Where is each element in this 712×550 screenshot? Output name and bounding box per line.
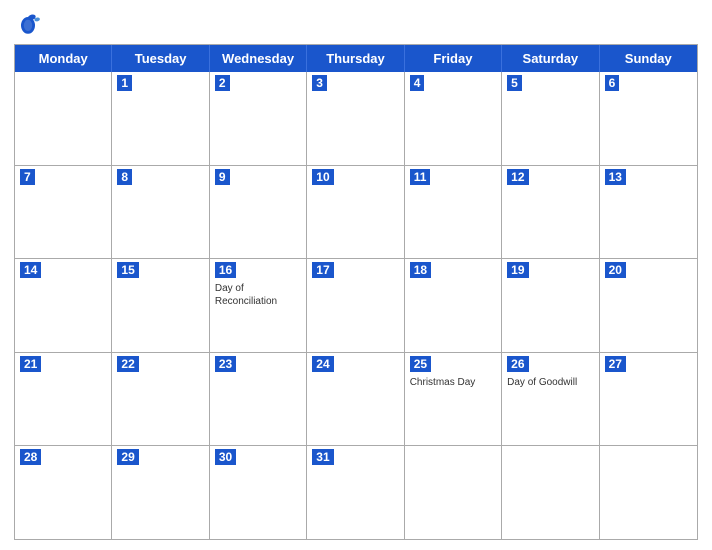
calendar-cell: 18	[405, 259, 502, 352]
logo-bird-icon	[14, 10, 42, 38]
day-number: 30	[215, 449, 236, 465]
calendar-cell: 3	[307, 72, 404, 165]
calendar-cell: 26 Day of Goodwill	[502, 353, 599, 446]
calendar-cell: 2	[210, 72, 307, 165]
day-number: 20	[605, 262, 626, 278]
day-number: 21	[20, 356, 41, 372]
day-number: 18	[410, 262, 431, 278]
holiday-label: Day of Goodwill	[507, 376, 593, 389]
weekday-header-wednesday: Wednesday	[210, 45, 307, 72]
page-container: MondayTuesdayWednesdayThursdayFridaySatu…	[0, 0, 712, 550]
calendar-cell: 19	[502, 259, 599, 352]
weekday-header-thursday: Thursday	[307, 45, 404, 72]
day-number: 19	[507, 262, 528, 278]
calendar-cell: 8	[112, 166, 209, 259]
day-number: 8	[117, 169, 132, 185]
day-number: 23	[215, 356, 236, 372]
day-number: 10	[312, 169, 333, 185]
calendar-cell: 11	[405, 166, 502, 259]
day-number: 25	[410, 356, 431, 372]
calendar-cell: 27	[600, 353, 697, 446]
calendar-cell: 5	[502, 72, 599, 165]
day-number: 3	[312, 75, 327, 91]
calendar-cell	[600, 446, 697, 539]
weekday-header-friday: Friday	[405, 45, 502, 72]
calendar-cell: 1	[112, 72, 209, 165]
calendar-cell: 17	[307, 259, 404, 352]
day-number: 17	[312, 262, 333, 278]
weekday-header-tuesday: Tuesday	[112, 45, 209, 72]
calendar-cell: 25 Christmas Day	[405, 353, 502, 446]
day-number: 16	[215, 262, 236, 278]
day-number: 11	[410, 169, 431, 185]
day-number: 22	[117, 356, 138, 372]
day-number: 13	[605, 169, 626, 185]
calendar-weekday-header: MondayTuesdayWednesdayThursdayFridaySatu…	[15, 45, 697, 72]
calendar-cell: 20	[600, 259, 697, 352]
day-number: 24	[312, 356, 333, 372]
calendar-grid: MondayTuesdayWednesdayThursdayFridaySatu…	[14, 44, 698, 540]
day-number: 26	[507, 356, 528, 372]
logo	[14, 10, 46, 38]
day-number: 6	[605, 75, 620, 91]
day-number: 15	[117, 262, 138, 278]
calendar-cell: 13	[600, 166, 697, 259]
calendar-week-2: 7 8 9 10 11 12 13	[15, 165, 697, 259]
calendar-cell: 9	[210, 166, 307, 259]
calendar-cell: 30	[210, 446, 307, 539]
calendar-cell: 28	[15, 446, 112, 539]
calendar-week-4: 21 22 23 24 25 Christmas Day 26 Day of Goodwill…	[15, 352, 697, 446]
calendar-cell: 6	[600, 72, 697, 165]
calendar-cell: 16 Day of Reconciliation	[210, 259, 307, 352]
calendar-week-3: 14 15 16 Day of Reconciliation 17 18 19 20	[15, 258, 697, 352]
calendar-cell	[502, 446, 599, 539]
day-number: 1	[117, 75, 132, 91]
holiday-label: Day of Reconciliation	[215, 282, 301, 308]
holiday-label: Christmas Day	[410, 376, 496, 389]
calendar-cell	[405, 446, 502, 539]
calendar-week-1: 1 2 3 4 5 6	[15, 72, 697, 165]
calendar-cell: 12	[502, 166, 599, 259]
calendar-header	[14, 10, 698, 38]
calendar-cell: 21	[15, 353, 112, 446]
day-number: 14	[20, 262, 41, 278]
day-number: 29	[117, 449, 138, 465]
calendar-cell: 29	[112, 446, 209, 539]
calendar-cell: 7	[15, 166, 112, 259]
weekday-header-sunday: Sunday	[600, 45, 697, 72]
calendar-body: 12345678910111213141516Day of Reconcilia…	[15, 72, 697, 539]
weekday-header-saturday: Saturday	[502, 45, 599, 72]
calendar-cell: 31	[307, 446, 404, 539]
day-number: 4	[410, 75, 425, 91]
day-number: 7	[20, 169, 35, 185]
day-number: 12	[507, 169, 528, 185]
day-number: 27	[605, 356, 626, 372]
day-number: 31	[312, 449, 333, 465]
calendar-cell: 24	[307, 353, 404, 446]
day-number: 9	[215, 169, 230, 185]
calendar-cell: 14	[15, 259, 112, 352]
calendar-week-5: 28 29 30 31	[15, 445, 697, 539]
calendar-cell: 23	[210, 353, 307, 446]
calendar-cell: 4	[405, 72, 502, 165]
calendar-cell	[15, 72, 112, 165]
day-number: 5	[507, 75, 522, 91]
day-number: 28	[20, 449, 41, 465]
weekday-header-monday: Monday	[15, 45, 112, 72]
calendar-cell: 10	[307, 166, 404, 259]
calendar-cell: 22	[112, 353, 209, 446]
calendar-cell: 15	[112, 259, 209, 352]
day-number: 2	[215, 75, 230, 91]
